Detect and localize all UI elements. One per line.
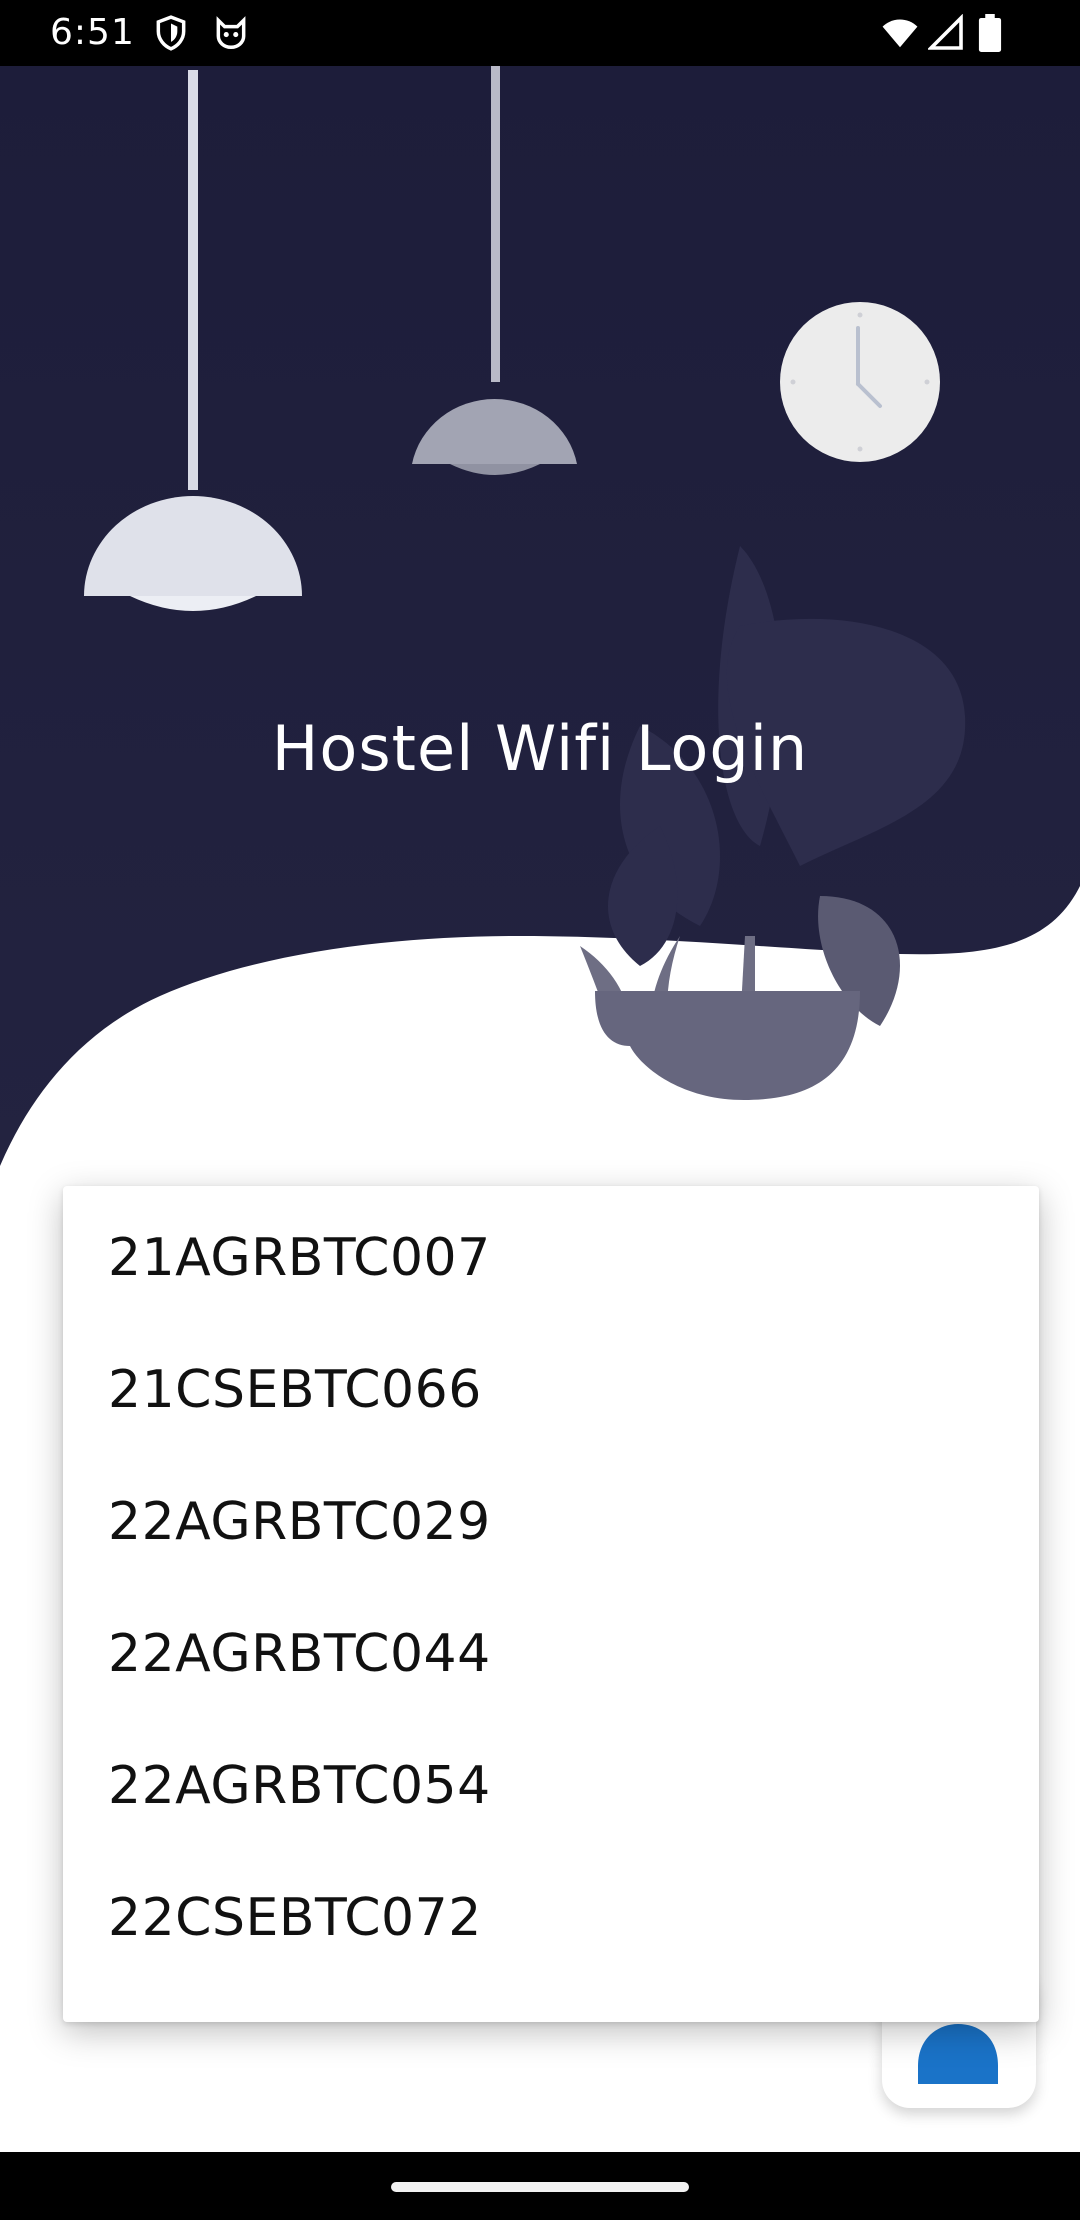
hero-header: Hostel Wifi Login bbox=[0, 66, 1080, 1176]
home-gesture-handle[interactable] bbox=[391, 2182, 689, 2192]
pot-illustration bbox=[595, 991, 860, 1100]
shield-icon bbox=[156, 15, 186, 51]
signal-icon bbox=[928, 14, 963, 50]
wifi-icon bbox=[882, 19, 918, 48]
dropdown-option[interactable]: 22AGRBTC029 bbox=[63, 1456, 1039, 1588]
dropdown-option[interactable]: 21CSEBTC066 bbox=[63, 1324, 1039, 1456]
dropdown-option[interactable]: 21AGRBTC007 bbox=[63, 1192, 1039, 1324]
battery-icon bbox=[978, 14, 1002, 52]
page-title: Hostel Wifi Login bbox=[271, 712, 809, 785]
dropdown-option[interactable]: 22AGRBTC054 bbox=[63, 1720, 1039, 1852]
dropdown-option[interactable]: 22CSEBTC072 bbox=[63, 1852, 1039, 1984]
clock-illustration bbox=[780, 302, 940, 462]
cat-face-icon bbox=[216, 16, 246, 49]
username-dropdown-menu: 21AGRBTC007 21CSEBTC066 22AGRBTC029 22AG… bbox=[63, 1186, 1039, 2022]
dropdown-option[interactable]: 22AGRBTC044 bbox=[63, 1588, 1039, 1720]
header-illustration bbox=[0, 66, 1080, 1166]
status-time: 6:51 bbox=[50, 12, 135, 53]
status-bar: 6:51 bbox=[0, 0, 1080, 66]
